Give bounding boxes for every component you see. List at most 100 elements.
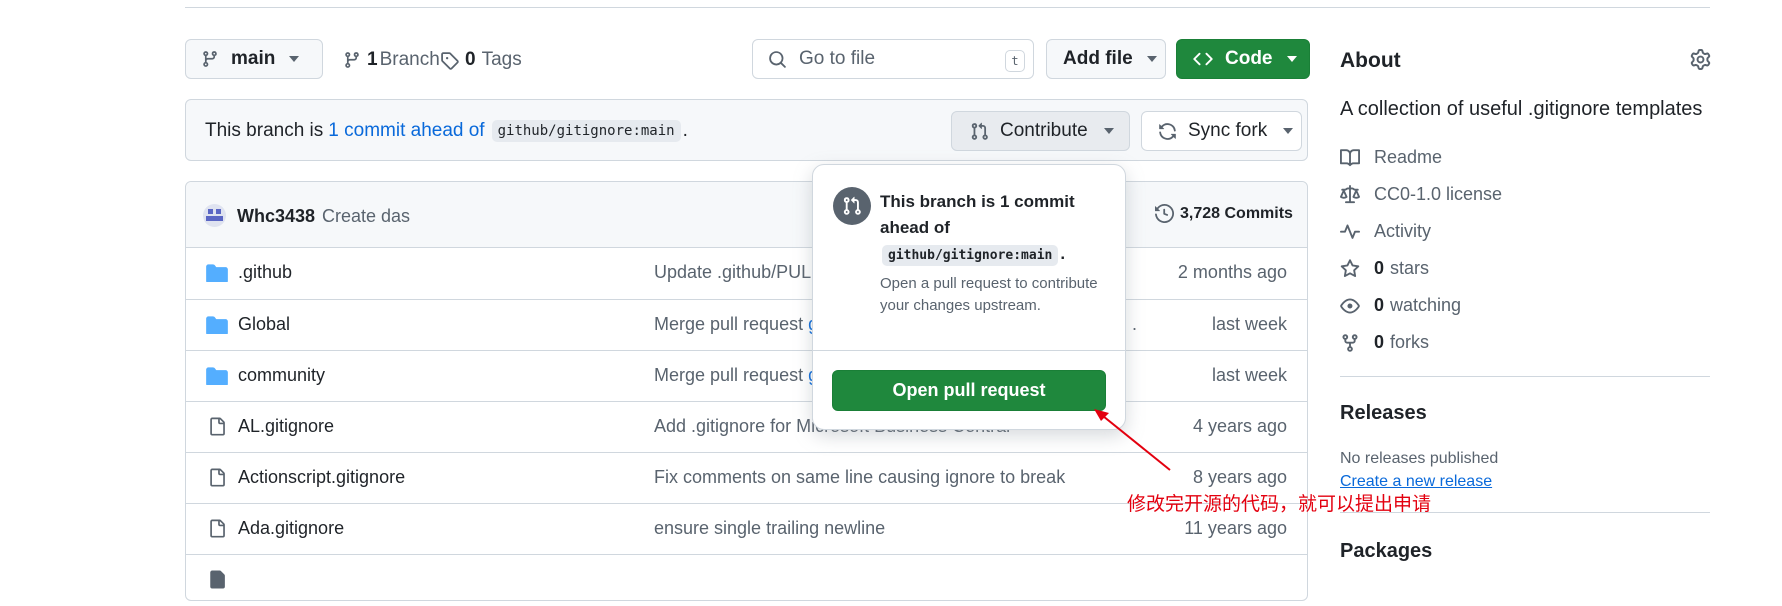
- stars-link[interactable]: 0 stars: [1340, 258, 1429, 279]
- commits-count: 3,728 Commits: [1180, 204, 1293, 222]
- book-icon: [1340, 148, 1360, 166]
- watching-label: watching: [1390, 295, 1462, 315]
- popover-ref-suffix: .: [1060, 244, 1066, 263]
- file-name[interactable]: AL.gitignore: [238, 416, 334, 437]
- latest-commit-bar: Whc3438 Create das o 3,728 Commits: [186, 182, 1307, 248]
- stars-count: 0: [1374, 258, 1385, 278]
- commit-message-text: Merge pull request: [654, 365, 809, 385]
- annotation-arrow: [1094, 409, 1171, 471]
- pulse-icon: [1340, 224, 1360, 239]
- folder-icon: [206, 316, 228, 334]
- star-icon: [1340, 258, 1360, 277]
- file-name[interactable]: Actionscript.gitignore: [238, 467, 405, 488]
- history-icon: [1155, 204, 1174, 223]
- forks-label: forks: [1390, 332, 1430, 352]
- file-commit-message[interactable]: Fix comments on same line causing ignore…: [654, 467, 1065, 488]
- file-name[interactable]: .github: [238, 262, 292, 283]
- chevron-down-icon: [1103, 128, 1114, 134]
- open-pull-request-button[interactable]: Open pull request: [832, 370, 1106, 411]
- repo-description: A collection of useful .gitignore templa…: [1340, 98, 1703, 120]
- law-icon: [1340, 184, 1360, 203]
- stars-label: stars: [1390, 258, 1430, 278]
- file-age: 11 years ago: [1184, 518, 1287, 538]
- sidebar-divider: [1340, 376, 1710, 377]
- search-shortcut-key: t: [1005, 50, 1025, 72]
- add-file-button[interactable]: Add file: [1046, 39, 1166, 79]
- commits-ahead-link[interactable]: 1 commit ahead of: [328, 120, 484, 142]
- contribute-label: Contribute: [1000, 120, 1088, 141]
- go-to-file-input[interactable]: Go to file t: [752, 39, 1034, 79]
- chevron-down-icon: [1283, 128, 1294, 134]
- file-commit-message[interactable]: ensure single trailing newline: [654, 518, 885, 539]
- upstream-ref: github/gitignore:main: [491, 120, 681, 142]
- readme-label: Readme: [1374, 147, 1443, 167]
- file-name[interactable]: community: [238, 365, 325, 386]
- fork-status-banner: This branch is 1 commit ahead of github/…: [185, 99, 1308, 161]
- branch-label: Branch: [379, 49, 440, 70]
- banner-suffix: .: [682, 120, 688, 141]
- annotation-text: 修改完开源的代码，就可以提出申请: [1127, 493, 1432, 515]
- file-age: 2 months ago: [1177, 262, 1287, 282]
- gear-icon[interactable]: [1690, 49, 1711, 70]
- file-commit-message[interactable]: Merge pull request g: [654, 365, 818, 386]
- commit-author[interactable]: Whc3438: [237, 206, 315, 227]
- tag-icon: [441, 51, 459, 70]
- folder-icon: [206, 264, 228, 282]
- file-icon: [210, 570, 225, 589]
- pull-request-icon: [971, 122, 988, 140]
- git-branch-icon: [345, 52, 359, 68]
- file-row[interactable]: .github Update .github/PULL 2 months ago: [186, 248, 1307, 300]
- file-row-partial[interactable]: [186, 555, 1307, 606]
- license-link[interactable]: CC0-1.0 license: [1340, 184, 1502, 205]
- no-releases-text: No releases published: [1340, 450, 1499, 467]
- readme-link[interactable]: Readme: [1340, 147, 1442, 168]
- branches-link[interactable]: 1 Branch: [343, 49, 440, 71]
- file-commit-message[interactable]: Update .github/PULL: [654, 262, 821, 283]
- top-divider: [185, 7, 1710, 8]
- sync-icon: [1159, 122, 1176, 140]
- commits-history-link[interactable]: 3,728 Commits: [1155, 204, 1293, 223]
- activity-link[interactable]: Activity: [1340, 221, 1431, 242]
- code-button[interactable]: Code: [1176, 39, 1310, 79]
- git-branch-icon: [203, 51, 217, 67]
- tag-label: Tags: [481, 49, 522, 70]
- eye-icon: [1340, 298, 1360, 313]
- code-label: Code: [1225, 48, 1273, 69]
- file-name[interactable]: Ada.gitignore: [238, 518, 344, 539]
- contribute-button[interactable]: Contribute: [951, 111, 1130, 151]
- popover-subtitle: Open a pull request to contribute your c…: [880, 275, 1098, 314]
- chevron-down-icon: [289, 56, 300, 62]
- file-row[interactable]: community Merge pull request g last week: [186, 351, 1307, 402]
- commit-message[interactable]: Create das: [322, 206, 410, 227]
- releases-title[interactable]: Releases: [1340, 402, 1427, 425]
- file-row[interactable]: Global Merge pull request g . last week: [186, 300, 1307, 351]
- sync-fork-button[interactable]: Sync fork: [1141, 111, 1302, 151]
- file-name[interactable]: Global: [238, 314, 290, 335]
- file-commit-message[interactable]: Merge pull request g: [654, 314, 818, 335]
- forks-link[interactable]: 0 forks: [1340, 332, 1429, 353]
- file-age: 8 years ago: [1192, 467, 1287, 487]
- branch-selector-button[interactable]: main: [185, 39, 323, 79]
- file-icon: [210, 417, 225, 436]
- activity-label: Activity: [1374, 221, 1432, 241]
- search-icon: [769, 50, 786, 68]
- tags-link[interactable]: 0 Tags: [440, 49, 522, 71]
- popover-divider: [813, 350, 1125, 351]
- file-age: last week: [1211, 365, 1287, 385]
- forks-count: 0: [1374, 332, 1385, 352]
- contribute-popover: This branch is 1 commit ahead of github/…: [812, 164, 1126, 430]
- license-label: CC0-1.0 license: [1374, 184, 1503, 204]
- banner-prefix: This branch is: [205, 120, 324, 141]
- sync-fork-label: Sync fork: [1188, 120, 1268, 141]
- truncated-text: .: [1132, 314, 1138, 334]
- packages-title[interactable]: Packages: [1340, 540, 1432, 563]
- file-age: last week: [1211, 314, 1287, 334]
- branch-count: 1: [367, 49, 378, 70]
- branch-name: main: [231, 48, 276, 69]
- avatar[interactable]: [203, 204, 226, 227]
- popover-title: This branch is 1 commit ahead of github/…: [880, 189, 1110, 269]
- watching-count: 0: [1374, 295, 1385, 315]
- watchers-link[interactable]: 0 watching: [1340, 295, 1461, 316]
- commit-message-text: Merge pull request: [654, 314, 809, 334]
- search-placeholder: Go to file: [799, 48, 876, 69]
